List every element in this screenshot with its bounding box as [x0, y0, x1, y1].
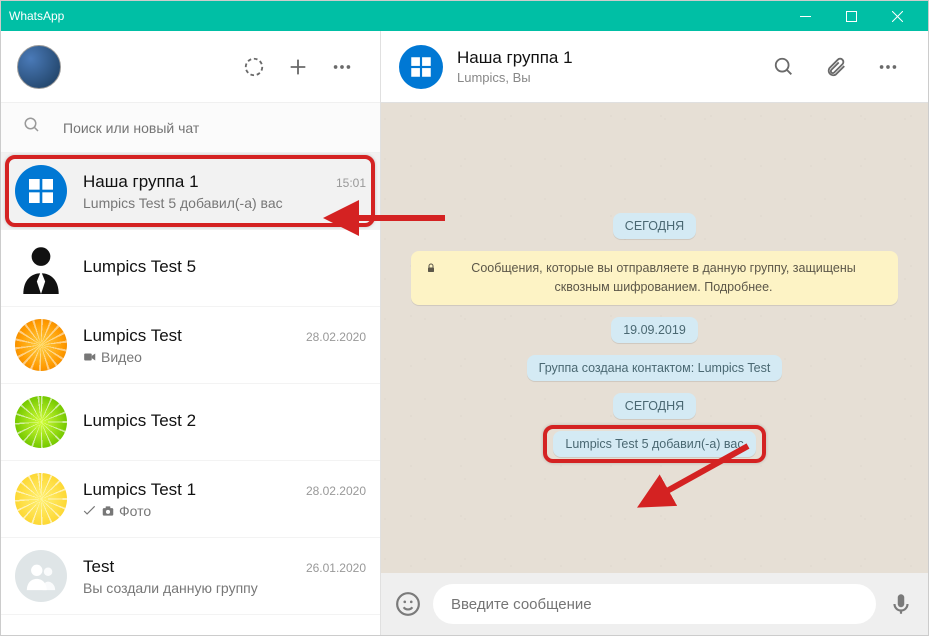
video-icon — [83, 350, 97, 364]
new-chat-icon[interactable] — [276, 45, 320, 89]
date-pill: СЕГОДНЯ — [613, 213, 696, 239]
chat-name: Lumpics Test 2 — [83, 411, 196, 431]
camera-icon — [101, 504, 115, 518]
chat-time: 15:01 — [336, 176, 366, 190]
maximize-button[interactable] — [828, 1, 874, 31]
avatar — [15, 550, 67, 602]
avatar — [15, 473, 67, 525]
sidebar-header — [1, 31, 380, 103]
avatar — [15, 396, 67, 448]
message-input[interactable] — [433, 584, 876, 624]
chat-preview: Видео — [83, 349, 366, 365]
system-msg-added: Lumpics Test 5 добавил(-а) вас — [553, 431, 755, 457]
chat-preview: Lumpics Test 5 добавил(-а) вас — [83, 195, 366, 211]
chat-time: 26.01.2020 — [306, 561, 366, 575]
chat-item-lumpics[interactable]: Lumpics Test 28.02.2020 Видео — [1, 307, 380, 384]
search-chat-icon[interactable] — [762, 45, 806, 89]
date-pill: 19.09.2019 — [611, 317, 698, 343]
lock-icon — [425, 262, 437, 274]
search-box — [1, 103, 380, 153]
attach-icon[interactable] — [814, 45, 858, 89]
emoji-icon[interactable] — [395, 591, 421, 617]
minimize-button[interactable] — [782, 1, 828, 31]
avatar — [15, 242, 67, 294]
chat-header[interactable]: Наша группа 1 Lumpics, Вы — [381, 31, 928, 103]
chat-name: Lumpics Test 5 — [83, 257, 196, 277]
profile-avatar[interactable] — [17, 45, 61, 89]
message-area: СЕГОДНЯ Сообщения, которые вы отправляет… — [381, 103, 928, 573]
chat-item-group1[interactable]: Наша группа 1 15:01 Lumpics Test 5 добав… — [1, 153, 380, 230]
chat-panel: Наша группа 1 Lumpics, Вы СЕГОДНЯ — [381, 31, 928, 635]
chat-preview: Вы создали данную группу — [83, 580, 366, 596]
chat-name: Test — [83, 557, 114, 577]
menu-icon[interactable] — [320, 45, 364, 89]
system-msg-created: Группа создана контактом: Lumpics Test — [527, 355, 783, 381]
chat-item-test[interactable]: Test 26.01.2020 Вы создали данную группу — [1, 538, 380, 615]
chat-name: Наша группа 1 — [83, 172, 199, 192]
chat-item-lumpics5[interactable]: Lumpics Test 5 — [1, 230, 380, 307]
chat-menu-icon[interactable] — [866, 45, 910, 89]
status-icon[interactable] — [232, 45, 276, 89]
chat-subtitle: Lumpics, Вы — [457, 70, 762, 85]
chat-title: Наша группа 1 — [457, 48, 762, 68]
group-avatar — [399, 45, 443, 89]
window-titlebar: WhatsApp — [1, 1, 928, 31]
sidebar-panel: Наша группа 1 15:01 Lumpics Test 5 добав… — [1, 31, 381, 635]
chat-name: Lumpics Test — [83, 326, 182, 346]
avatar — [15, 319, 67, 371]
search-icon — [23, 116, 41, 139]
avatar — [15, 165, 67, 217]
compose-bar — [381, 573, 928, 635]
app-title: WhatsApp — [9, 9, 64, 23]
chat-name: Lumpics Test 1 — [83, 480, 196, 500]
check-icon — [83, 504, 97, 518]
chat-time: 28.02.2020 — [306, 484, 366, 498]
chat-preview: Фото — [83, 503, 366, 519]
chat-list: Наша группа 1 15:01 Lumpics Test 5 добав… — [1, 153, 380, 635]
encryption-notice[interactable]: Сообщения, которые вы отправляете в данн… — [411, 251, 898, 305]
chat-item-lumpics2[interactable]: Lumpics Test 2 — [1, 384, 380, 461]
search-input[interactable] — [63, 120, 364, 136]
date-pill: СЕГОДНЯ — [613, 393, 696, 419]
chat-item-lumpics1[interactable]: Lumpics Test 1 28.02.2020 Фото — [1, 461, 380, 538]
close-button[interactable] — [874, 1, 920, 31]
chat-time: 28.02.2020 — [306, 330, 366, 344]
mic-icon[interactable] — [888, 591, 914, 617]
